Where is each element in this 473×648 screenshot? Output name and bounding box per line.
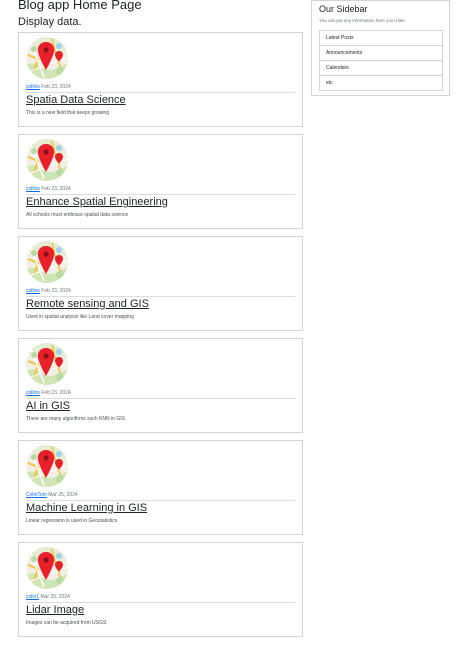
sidebar-item-latest-posts[interactable]: Latest Posts (320, 31, 442, 45)
sidebar-text: You can put any information here you'd l… (319, 18, 406, 23)
page-title: Blog app Home Page (18, 0, 142, 12)
sidebar-list: Latest Posts Announcements Calendars etc (319, 30, 443, 91)
post-author-link[interactable]: colin1 (26, 594, 39, 600)
map-pin-icon (26, 37, 68, 79)
map-pin-icon (26, 241, 68, 283)
sidebar-title: Our Sidebar (319, 4, 368, 14)
post-body: Used in spatial analysis like Land cover… (26, 314, 134, 320)
post-body: There are many algorithms such KNN in GI… (26, 416, 125, 422)
page-subtitle: Display data. (18, 16, 82, 28)
post-date: Feb 23, 2024 (41, 84, 71, 90)
post-list: collins Feb 23, 2024 Spatia Data Science T… (18, 32, 303, 644)
map-pin-icon (26, 343, 68, 385)
post-body: All schools must embrace spatial data sc… (26, 212, 129, 218)
post-author-link[interactable]: collins (26, 186, 40, 192)
post-meta: collins Feb 23, 2024 (26, 186, 71, 193)
post-card: collins Feb 23, 2024 AI in GIS There are m… (18, 338, 303, 433)
post-meta: collins Feb 23, 2024 (26, 84, 71, 91)
post-card: collins Feb 23, 2024 Enhance Spatial Engi… (18, 134, 303, 229)
post-meta: colin1 Mar 25, 2024 (26, 594, 70, 601)
post-title-link[interactable]: AI in GIS (26, 399, 70, 414)
sidebar-item-etc[interactable]: etc (320, 75, 442, 90)
post-body: This is a new field that keeps growing (26, 110, 110, 116)
post-date: Mar 25, 2024 (48, 492, 78, 498)
post-title-link[interactable]: Lidar Image (26, 603, 84, 618)
post-author-link[interactable]: collins (26, 84, 40, 90)
post-meta: collins Feb 23, 2024 (26, 390, 71, 397)
post-card: collins Feb 23, 2024 Spatia Data Science T… (18, 32, 303, 127)
post-title-link[interactable]: Spatia Data Science (26, 93, 126, 108)
post-date: Mar 25, 2024 (40, 594, 70, 600)
map-pin-icon (26, 445, 68, 487)
post-author-link[interactable]: ColinTom (26, 492, 47, 498)
post-body: Linear regression is used in Geostatisti… (26, 518, 118, 524)
post-body: Images can be acquired from USGS (26, 620, 107, 626)
map-pin-icon (26, 547, 68, 589)
post-title-link[interactable]: Remote sensing and GIS (26, 297, 149, 312)
post-title-link[interactable]: Machine Learning in GIS (26, 501, 147, 516)
sidebar-item-announcements[interactable]: Announcements (320, 45, 442, 60)
post-card: ColinTom Mar 25, 2024 Machine Learning in… (18, 440, 303, 535)
post-date: Feb 23, 2024 (41, 288, 71, 294)
post-meta: ColinTom Mar 25, 2024 (26, 492, 78, 499)
post-author-link[interactable]: collins (26, 288, 40, 294)
post-author-link[interactable]: collins (26, 390, 40, 396)
post-title-link[interactable]: Enhance Spatial Engineering (26, 195, 168, 210)
sidebar: Our Sidebar You can put any information … (311, 0, 450, 96)
map-pin-icon (26, 139, 68, 181)
post-date: Feb 23, 2024 (41, 186, 71, 192)
post-meta: collins Feb 23, 2024 (26, 288, 71, 295)
sidebar-item-calendars[interactable]: Calendars (320, 60, 442, 75)
post-date: Feb 23, 2024 (41, 390, 71, 396)
post-card: colin1 Mar 25, 2024 Lidar Image Images can… (18, 542, 303, 637)
post-card: collins Feb 23, 2024 Remote sensing and G… (18, 236, 303, 331)
